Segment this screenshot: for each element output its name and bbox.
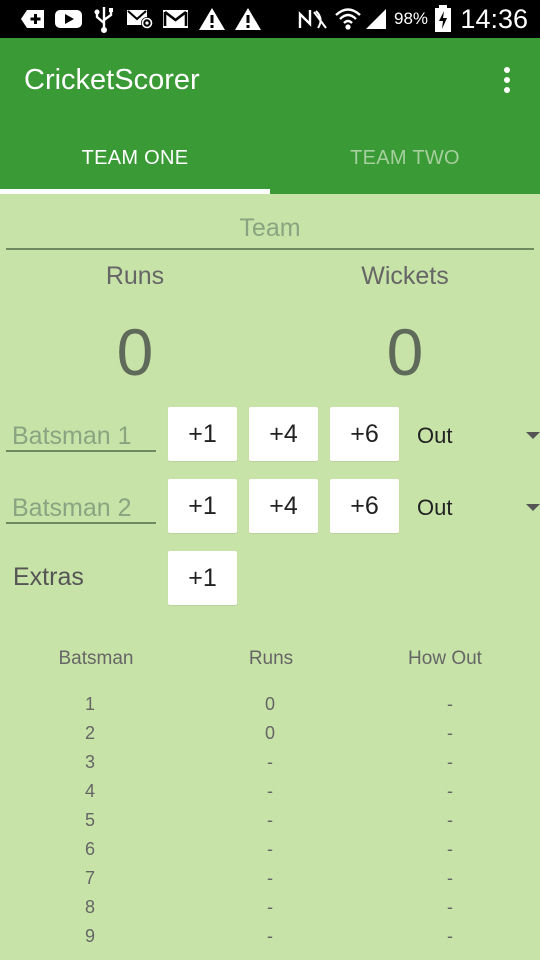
tab-team-one[interactable]: TEAM ONE xyxy=(0,136,270,180)
table-cell: 5 xyxy=(84,810,95,830)
table-header-how-out: How Out xyxy=(408,648,482,669)
batsman-1-dropdown-arrow-icon[interactable] xyxy=(526,432,540,439)
table-cell: - xyxy=(267,868,273,888)
batsman-2-field[interactable]: Batsman 2 xyxy=(6,482,156,524)
table-cell: 4 xyxy=(84,781,95,801)
batsman-2-plus-1-button[interactable]: +1 xyxy=(168,479,237,533)
batsman-1-plus-6-button[interactable]: +6 xyxy=(330,407,399,461)
table-cell: - xyxy=(447,781,453,801)
batsman-2-plus-6-button[interactable]: +6 xyxy=(330,479,399,533)
usb-icon xyxy=(92,0,116,38)
tab-team-two[interactable]: TEAM TWO xyxy=(270,136,540,180)
extras-label: Extras xyxy=(13,563,84,591)
table-cell: 0 xyxy=(264,723,275,743)
table-cell: - xyxy=(447,810,453,830)
warning-icon xyxy=(198,0,226,38)
app-bar: CricketScorer TEAM ONE TEAM TWO xyxy=(0,38,540,194)
warning-icon xyxy=(234,0,262,38)
add-notification-icon xyxy=(20,0,46,38)
table-cell: - xyxy=(447,868,453,888)
table-cell: - xyxy=(267,897,273,917)
batsman-1-out-spinner[interactable]: Out xyxy=(417,423,452,449)
runs-value: 0 xyxy=(116,315,154,389)
batsman-1-plus-1-button[interactable]: +1 xyxy=(168,407,237,461)
status-bar: 98% 14:36 xyxy=(0,0,540,38)
table-cell: 1 xyxy=(84,694,95,714)
table-cell: - xyxy=(447,897,453,917)
batsman-2-plus-4-button[interactable]: +4 xyxy=(249,479,318,533)
batsman-1-plus-4-button[interactable]: +4 xyxy=(249,407,318,461)
battery-charging-icon xyxy=(434,0,452,38)
table-cell: - xyxy=(267,839,273,859)
table-cell: 0 xyxy=(264,694,275,714)
table-cell: - xyxy=(447,926,453,946)
table-header-runs: Runs xyxy=(248,648,294,669)
table-cell: - xyxy=(447,723,453,743)
table-header-batsman: Batsman xyxy=(58,648,134,669)
table-cell: 7 xyxy=(84,868,95,888)
extras-plus-1-button[interactable]: +1 xyxy=(168,551,237,605)
table-cell: - xyxy=(267,926,273,946)
table-cell: - xyxy=(267,810,273,830)
table-cell: 6 xyxy=(84,839,95,859)
app-title: CricketScorer xyxy=(24,64,200,96)
table-cell: 3 xyxy=(84,752,95,772)
youtube-icon xyxy=(55,0,82,38)
overflow-menu-icon[interactable] xyxy=(492,62,522,98)
batsman-2-out-spinner[interactable]: Out xyxy=(417,495,452,521)
cell-signal-icon xyxy=(364,0,388,38)
table-cell: - xyxy=(267,752,273,772)
table-cell: - xyxy=(267,781,273,801)
batsman-2-dropdown-arrow-icon[interactable] xyxy=(526,504,540,511)
battery-percent: 98% xyxy=(394,9,429,28)
table-cell: 9 xyxy=(84,926,95,946)
clock: 14:36 xyxy=(460,4,528,34)
team-name-field[interactable]: Team xyxy=(6,206,534,250)
table-cell: - xyxy=(447,694,453,714)
wickets-label: Wickets xyxy=(361,262,449,290)
gmail-icon xyxy=(162,0,189,38)
table-cell: - xyxy=(447,839,453,859)
table-cell: 8 xyxy=(84,897,95,917)
runs-label: Runs xyxy=(105,262,165,290)
nfc-signal-icon xyxy=(298,0,328,38)
batsman-1-field[interactable]: Batsman 1 xyxy=(6,410,156,452)
tab-indicator xyxy=(0,189,270,194)
table-cell: 2 xyxy=(84,723,95,743)
wifi-icon xyxy=(334,0,362,38)
wickets-value: 0 xyxy=(386,315,424,389)
table-cell: - xyxy=(447,752,453,772)
email-at-icon xyxy=(126,0,154,38)
